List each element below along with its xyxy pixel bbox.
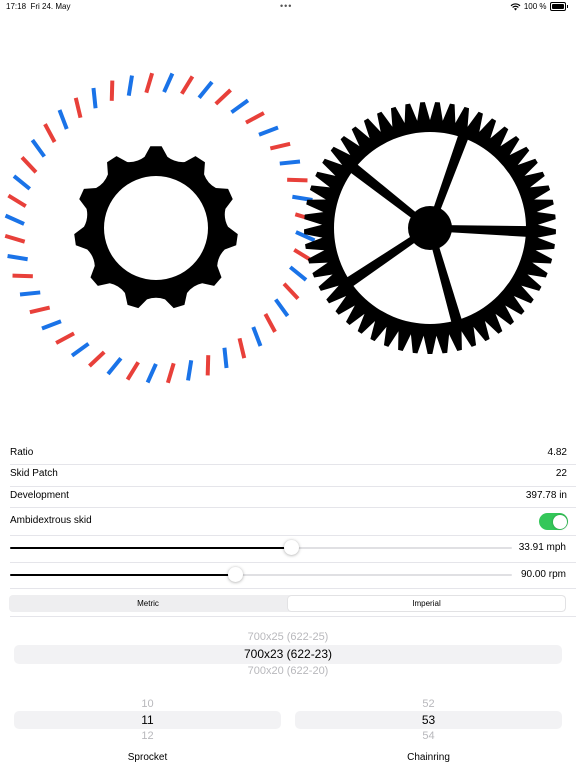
skid-mark: [4, 213, 25, 226]
tire-option-selected[interactable]: 700x23 (622-23): [14, 647, 562, 661]
skid-mark: [70, 342, 90, 358]
ambidextrous-label: Ambidextrous skid: [10, 515, 92, 526]
skid-mark: [19, 290, 41, 297]
skid-mark: [73, 97, 83, 119]
skid-mark: [144, 72, 155, 94]
skid-mark: [57, 109, 69, 130]
unit-segmented-control[interactable]: Metric Imperial: [9, 595, 566, 612]
chainring-label: Chainring: [407, 752, 450, 763]
skid-mark: [20, 156, 38, 174]
chainring-spoke: [348, 162, 419, 220]
skid-mark: [222, 347, 229, 369]
sprocket-gear: [74, 146, 238, 309]
divider: [10, 535, 576, 536]
skid-mark: [269, 141, 291, 151]
skid-mark: [7, 254, 28, 262]
sprocket-label: Sprocket: [127, 752, 168, 763]
chainring-spoke: [432, 132, 470, 213]
skid-mark: [7, 193, 27, 208]
skid-mark: [237, 337, 247, 359]
speed-slider[interactable]: [10, 540, 512, 556]
sprocket-option-selected[interactable]: 11: [14, 713, 281, 727]
skid-mark: [263, 313, 277, 333]
skid-mark: [30, 138, 46, 158]
skid-mark: [165, 362, 176, 384]
skid-mark: [88, 350, 106, 368]
slider-thumb[interactable]: [283, 540, 299, 555]
skid-mark: [106, 356, 123, 376]
skid-mark: [292, 194, 313, 202]
segment-metric[interactable]: Metric: [9, 595, 287, 612]
skid-mark: [29, 305, 51, 315]
ratio-value: 4.82: [547, 447, 567, 458]
chainring-spoke: [431, 244, 463, 326]
skid-mark: [43, 123, 57, 143]
tire-option-below[interactable]: 700x20 (622-20): [14, 665, 562, 677]
skid-mark: [230, 98, 250, 114]
skid-patch-value: 22: [555, 468, 567, 479]
skid-mark: [205, 355, 211, 376]
sprocket-option-below[interactable]: 12: [14, 730, 281, 740]
skid-mark: [12, 174, 32, 191]
skid-mark: [41, 319, 62, 331]
skid-mark: [258, 125, 279, 137]
segment-imperial[interactable]: Imperial: [288, 596, 565, 611]
chainring-option-below[interactable]: 54: [295, 730, 562, 740]
skid-patch-label: Skid Patch: [10, 468, 58, 479]
skid-patch-ring: [4, 72, 316, 384]
divider: [10, 464, 576, 465]
gear-illustration: [4, 72, 556, 384]
skid-mark: [282, 282, 300, 300]
slider-fill: [10, 547, 292, 549]
skid-mark: [180, 75, 195, 95]
development-value: 397.78 in: [525, 490, 567, 501]
skid-mark: [279, 159, 301, 166]
divider: [10, 562, 576, 563]
slider-fill: [10, 574, 236, 576]
skid-mark: [12, 273, 33, 279]
development-label: Development: [10, 490, 69, 501]
skid-mark: [91, 87, 98, 109]
skid-mark: [162, 72, 175, 93]
chainring-option-selected[interactable]: 53: [295, 713, 562, 727]
chainring-option-above[interactable]: 52: [295, 698, 562, 710]
cadence-value: 90.00 rpm: [520, 569, 566, 580]
ambidextrous-toggle[interactable]: [539, 513, 568, 530]
skid-mark: [186, 360, 194, 381]
toggle-knob[interactable]: [552, 514, 567, 529]
skid-mark: [245, 111, 265, 125]
slider-thumb[interactable]: [228, 567, 244, 582]
skid-mark: [109, 80, 115, 101]
skid-mark: [288, 265, 308, 282]
skid-mark: [214, 88, 232, 106]
speed-value: 33.91 mph: [518, 542, 566, 553]
chainring-spoke: [344, 234, 418, 289]
tire-option-above[interactable]: 700x25 (622-25): [14, 631, 562, 643]
skid-mark: [125, 361, 140, 381]
skid-mark: [55, 331, 75, 345]
divider: [10, 588, 576, 589]
skid-mark: [274, 298, 290, 318]
chainring-spoke: [447, 225, 530, 237]
ratio-label: Ratio: [10, 447, 34, 458]
skid-mark: [4, 233, 26, 244]
skid-mark: [126, 75, 134, 96]
divider: [10, 616, 576, 617]
skid-mark: [251, 326, 263, 347]
skid-mark: [287, 177, 308, 183]
cadence-slider[interactable]: [10, 567, 512, 583]
divider: [10, 486, 576, 487]
skid-mark: [197, 80, 214, 100]
divider: [10, 507, 576, 508]
sprocket-option-above[interactable]: 10: [14, 698, 281, 710]
skid-mark: [145, 363, 158, 384]
